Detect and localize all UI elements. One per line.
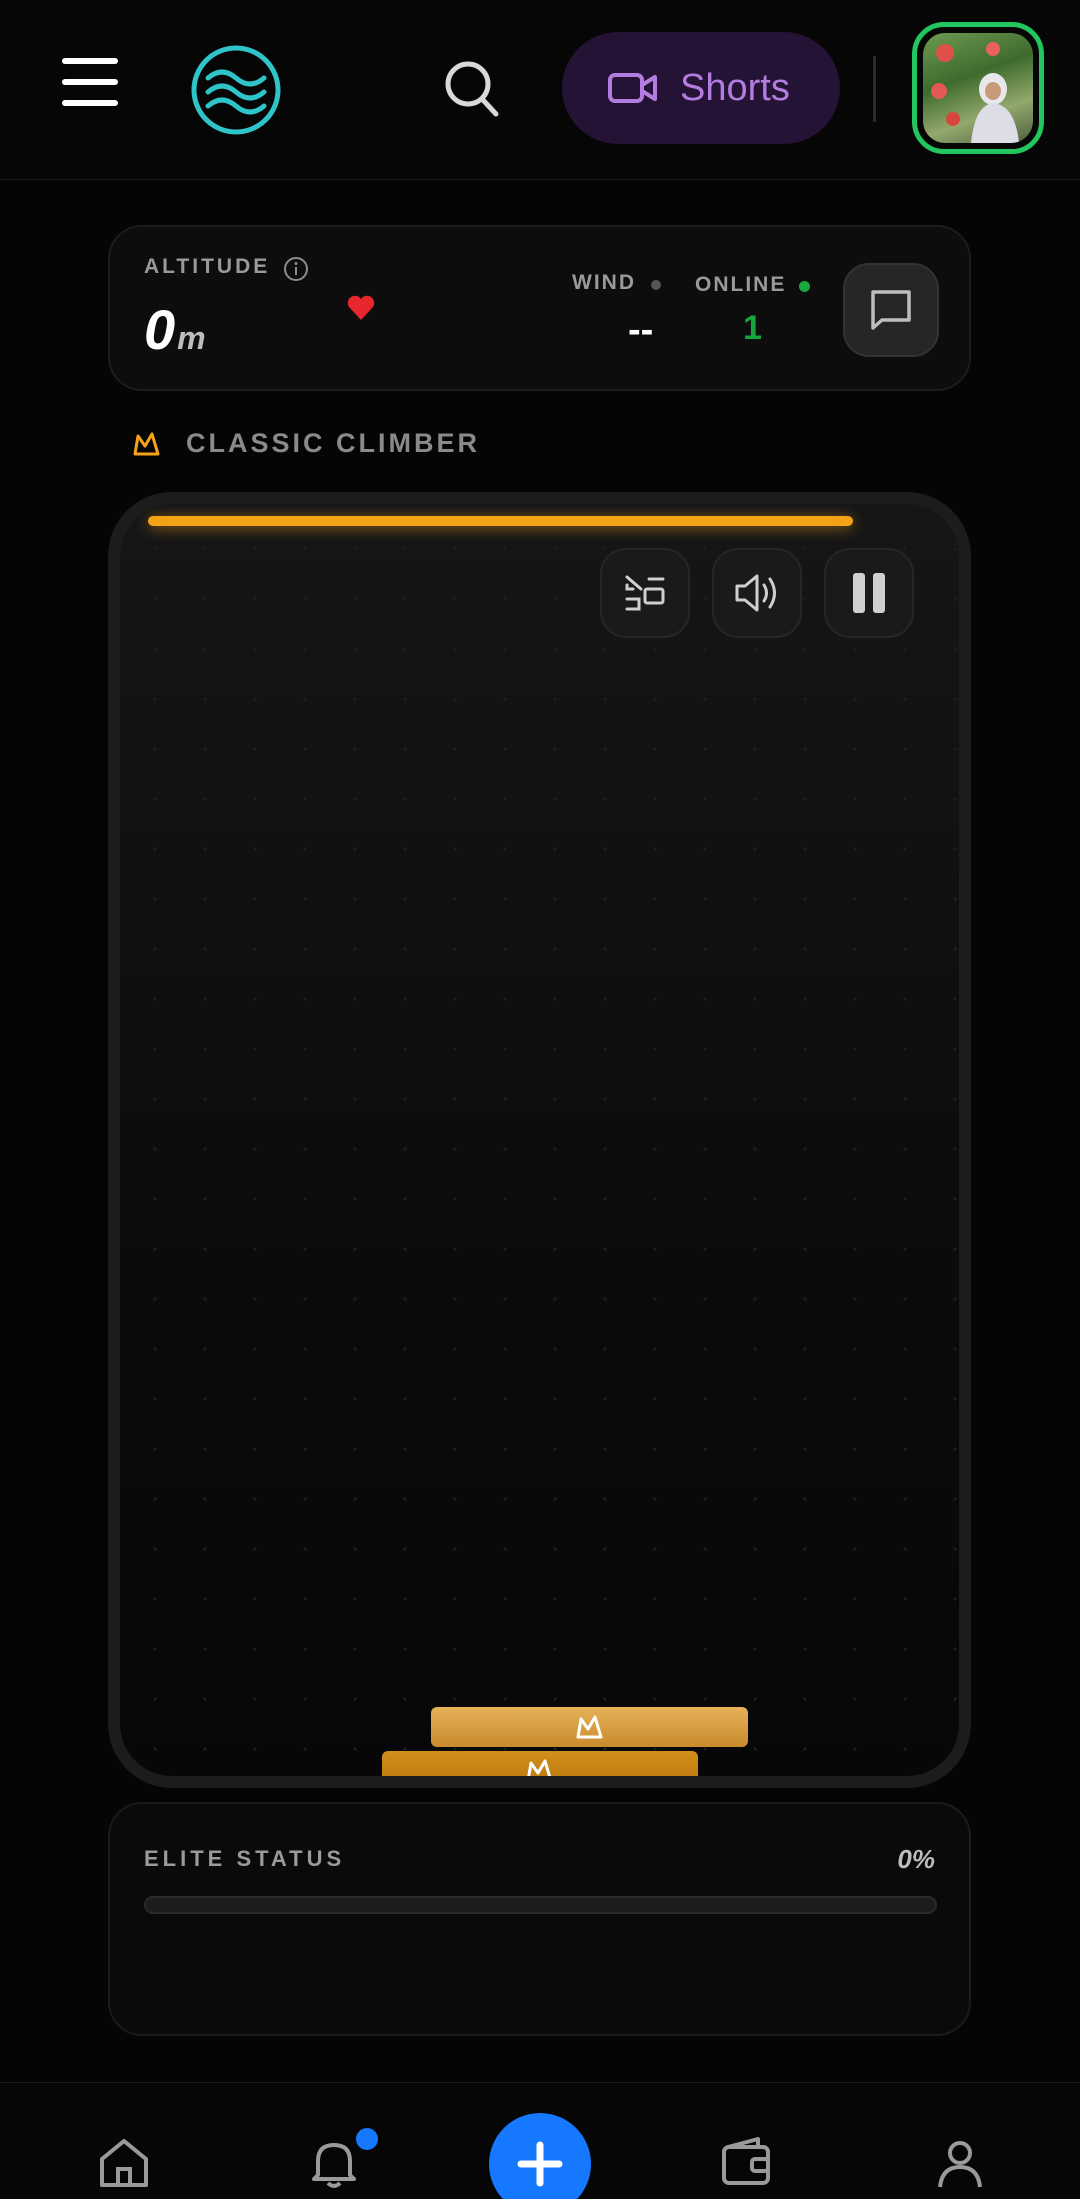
wind-value: -- (628, 309, 654, 351)
user-avatar[interactable] (912, 22, 1044, 154)
chat-button[interactable] (843, 263, 939, 357)
level-progress-bar (148, 516, 853, 526)
wallet-icon (722, 2137, 770, 2185)
plus-icon (517, 2141, 563, 2187)
bell-icon (312, 2143, 356, 2188)
avatar-photo (923, 33, 1033, 143)
online-status-dot (799, 281, 810, 292)
game-board[interactable] (108, 492, 971, 1788)
elite-status-card: ELITE STATUS 0% (108, 1802, 971, 2036)
top-bar: Shorts (0, 0, 1080, 180)
sound-button[interactable] (712, 548, 802, 638)
app-screen: Shorts ALTITUDE 0m WIND -- ONLINE 1 CLAS… (0, 0, 1080, 2199)
pause-icon (853, 573, 885, 613)
crown-icon (133, 432, 160, 456)
elite-status-percent: 0% (897, 1844, 935, 1874)
swap-view-icon (625, 575, 665, 611)
shorts-label: Shorts (680, 66, 790, 109)
header-divider (873, 56, 876, 122)
stack-block-bottom (382, 1751, 698, 1776)
user-icon (938, 2141, 982, 2188)
shorts-button[interactable]: Shorts (562, 32, 840, 144)
altitude-value: 0m (144, 297, 206, 362)
altitude-unit: m (177, 320, 206, 356)
crown-icon (576, 1715, 602, 1739)
stats-card: ALTITUDE 0m WIND -- ONLINE 1 (108, 225, 971, 391)
swap-view-button[interactable] (600, 548, 690, 638)
bottom-navigation (0, 2082, 1080, 2199)
search-icon[interactable] (442, 58, 502, 120)
hamburger-menu-icon[interactable] (62, 58, 118, 108)
wind-label: WIND (572, 271, 636, 294)
crown-icon (527, 1759, 552, 1776)
heart-icon (347, 295, 375, 320)
altitude-label: ALTITUDE (144, 255, 271, 278)
nav-notifications[interactable] (304, 2133, 364, 2193)
home-icon (100, 2139, 148, 2187)
speaker-icon (735, 574, 776, 612)
chat-bubble-icon (871, 290, 911, 330)
video-camera-icon (608, 73, 657, 103)
stack-block-top (431, 1707, 748, 1747)
game-mode-label: CLASSIC CLIMBER (186, 428, 480, 458)
create-button[interactable] (489, 2113, 591, 2199)
waves-logo-icon[interactable] (190, 44, 282, 136)
wind-status-dot (651, 280, 661, 290)
nav-wallet[interactable] (716, 2133, 776, 2193)
nav-profile[interactable] (930, 2133, 990, 2193)
nav-home[interactable] (94, 2133, 154, 2193)
elite-progress-track (144, 1896, 937, 1914)
notification-badge (356, 2128, 378, 2150)
pause-button[interactable] (824, 548, 914, 638)
altitude-number: 0 (144, 298, 176, 361)
online-label: ONLINE (695, 273, 787, 296)
info-icon[interactable] (282, 255, 310, 283)
elite-status-label: ELITE STATUS (144, 1846, 346, 1871)
online-count: 1 (743, 309, 762, 347)
